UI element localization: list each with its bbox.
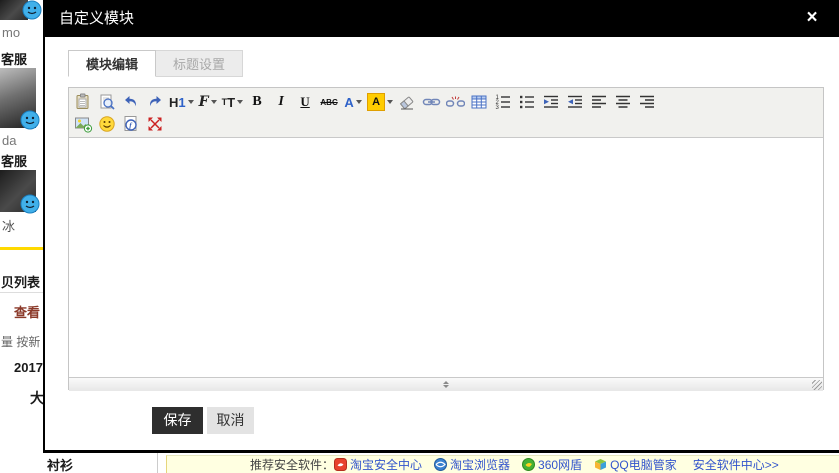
rich-text-editor: H1 F TT B I U ABC A A — [68, 87, 824, 390]
dialog-titlebar: 自定义模块 × — [45, 0, 839, 37]
sidebar-view-link[interactable]: 查看 — [14, 302, 40, 321]
align-left-icon[interactable] — [589, 92, 609, 112]
yellow-divider — [0, 247, 43, 250]
background-color-dropdown[interactable]: A — [367, 92, 393, 112]
360-shield-icon — [522, 458, 535, 471]
highlight-swatch: A — [367, 93, 385, 111]
cancel-button[interactable]: 取消 — [207, 407, 254, 434]
category-label[interactable]: 衬衫 — [47, 455, 73, 473]
link-label: 360网盾 — [538, 456, 582, 473]
security-center-more-link[interactable]: 安全软件中心>> — [693, 456, 779, 473]
insert-flash-icon[interactable]: f — [121, 114, 141, 134]
chevron-down-icon — [387, 100, 393, 104]
sidebar-sort-options[interactable]: 量 按新 — [1, 333, 40, 350]
remove-link-icon[interactable] — [445, 92, 465, 112]
security-label: 推荐安全软件： — [250, 456, 334, 473]
bold-glyph: B — [252, 94, 261, 110]
sidebar-list-title: 贝列表 — [1, 272, 40, 291]
font-family-dropdown[interactable]: F — [198, 92, 218, 112]
chevron-down-icon — [211, 100, 217, 104]
close-icon[interactable]: × — [801, 7, 823, 29]
qq-status-icon — [22, 0, 42, 20]
taobao-browser-link[interactable]: 淘宝浏览器 — [434, 456, 510, 473]
align-right-icon[interactable] — [637, 92, 657, 112]
font-size-large-glyph: T — [227, 95, 235, 110]
sidebar-service-label: 客服 — [1, 49, 27, 68]
sidebar-user-name: mo — [2, 25, 20, 40]
custom-module-dialog: 自定义模块 × 模块编辑 标题设置 — [43, 0, 839, 453]
emoticon-icon[interactable] — [97, 114, 117, 134]
heading-num-glyph: 1 — [178, 95, 185, 110]
sidebar-user-name: da — [2, 133, 16, 148]
link-label: QQ电脑管家 — [610, 456, 677, 473]
ordered-list-icon[interactable]: 123 — [493, 92, 513, 112]
svg-text:3: 3 — [496, 105, 500, 111]
qq-status-icon — [20, 110, 40, 130]
dialog-tabs: 模块编辑 标题设置 — [68, 50, 243, 77]
background-color-glyph: A — [372, 96, 380, 108]
qq-status-icon — [20, 194, 40, 214]
font-family-glyph: F — [199, 94, 209, 110]
align-center-icon[interactable] — [613, 92, 633, 112]
unordered-list-icon[interactable] — [517, 92, 537, 112]
link-label: 淘宝安全中心 — [350, 456, 422, 473]
heading-h-glyph: H — [169, 95, 178, 110]
taobao-browser-icon — [434, 458, 447, 471]
strikethrough-glyph: ABC — [320, 98, 337, 107]
remove-format-icon[interactable] — [397, 92, 417, 112]
chevron-down-icon — [356, 100, 362, 104]
bold-icon[interactable]: B — [247, 92, 267, 112]
sidebar-service-label: 客服 — [1, 151, 27, 170]
editor-content-area[interactable] — [69, 138, 823, 377]
paste-icon[interactable] — [73, 92, 93, 112]
sidebar-user-name: 冰 — [2, 216, 15, 235]
page: mo 客服 da 客服 冰 贝列表 查看 量 按新 2017 大 自定义模块 × — [0, 0, 839, 473]
editor-toolbar: H1 F TT B I U ABC A A — [69, 88, 823, 138]
redo-icon[interactable] — [145, 92, 165, 112]
resize-handle-icon[interactable] — [438, 379, 454, 389]
font-color-dropdown[interactable]: A — [343, 92, 363, 112]
wangdun-360-link[interactable]: 360网盾 — [522, 456, 582, 473]
insert-link-icon[interactable] — [421, 92, 441, 112]
chevron-down-icon — [188, 100, 194, 104]
tab-title-settings[interactable]: 标题设置 — [156, 50, 243, 77]
underline-glyph: U — [300, 94, 309, 110]
undo-icon[interactable] — [121, 92, 141, 112]
taobao-security-link[interactable]: 淘宝安全中心 — [334, 456, 422, 473]
security-recommend-bar: 推荐安全软件： 淘宝安全中心 淘宝浏览器 360网盾 QQ电脑管家 安全软件中心… — [166, 455, 839, 473]
indent-icon[interactable] — [541, 92, 561, 112]
save-button[interactable]: 保存 — [152, 407, 203, 434]
divider — [157, 453, 158, 473]
outdent-icon[interactable] — [565, 92, 585, 112]
qq-manager-icon — [594, 458, 607, 471]
insert-image-icon[interactable] — [73, 114, 93, 134]
preview-icon[interactable] — [97, 92, 117, 112]
link-label: 淘宝浏览器 — [450, 456, 510, 473]
underline-icon[interactable]: U — [295, 92, 315, 112]
font-color-glyph: A — [344, 95, 353, 110]
qq-pc-manager-link[interactable]: QQ电脑管家 — [594, 456, 677, 473]
fullscreen-icon[interactable] — [145, 114, 165, 134]
sidebar-clipped-text: 大 — [30, 388, 43, 408]
font-size-dropdown[interactable]: TT — [222, 92, 243, 112]
insert-table-icon[interactable] — [469, 92, 489, 112]
heading-dropdown[interactable]: H1 — [169, 92, 194, 112]
taobao-security-icon — [334, 458, 347, 471]
chevron-down-icon — [237, 100, 243, 104]
tab-module-edit[interactable]: 模块编辑 — [68, 50, 156, 77]
strikethrough-icon[interactable]: ABC — [319, 92, 339, 112]
bottom-bar: 衬衫 推荐安全软件： 淘宝安全中心 淘宝浏览器 360网盾 QQ电脑管家 安全软… — [0, 453, 839, 473]
dialog-title: 自定义模块 — [59, 0, 134, 37]
corner-resize-grip-icon[interactable] — [812, 380, 822, 390]
italic-glyph: I — [278, 94, 283, 110]
sidebar-year-label: 2017 — [14, 360, 43, 375]
italic-icon[interactable]: I — [271, 92, 291, 112]
divider — [0, 292, 43, 293]
editor-statusbar — [69, 377, 823, 391]
sidebar: mo 客服 da 客服 冰 贝列表 查看 量 按新 2017 大 — [0, 0, 43, 453]
